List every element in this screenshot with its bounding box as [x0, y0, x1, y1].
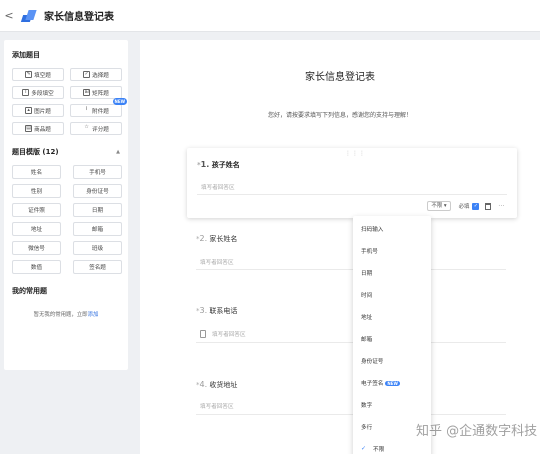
template-item[interactable]: 签名题 [73, 260, 122, 274]
add-question-title: 添加题目 [12, 51, 40, 59]
template-item[interactable]: 性别 [12, 184, 61, 198]
star-icon: ☆ [84, 124, 89, 130]
template-item[interactable]: 微信号 [12, 241, 61, 255]
add-question-grid: ✎ 填空题 ✓ 选择题 i 多段填空 ⊞ 矩阵题 ▴ 图片题 ⌇ 附件题 NEW ▤ 商品题 ☆… [12, 68, 127, 135]
add-rating-button[interactable]: ☆ 评分题 [70, 122, 122, 135]
more-icon[interactable]: ··· [498, 203, 505, 209]
app-title: 家长信息登记表 [44, 12, 114, 23]
template-title[interactable]: 题目模版 (12) ▲ [12, 147, 120, 157]
template-item[interactable]: 证件照 [12, 203, 61, 217]
watermark: 知乎 @企通数字科技 [416, 424, 538, 439]
dropdown-item[interactable]: 扫码输入 [361, 225, 383, 233]
template-item[interactable]: 日期 [73, 203, 122, 217]
template-item[interactable]: 身份证号 [73, 184, 122, 198]
question-toolbar: 不限 ▾ 必填 ✓ ··· [427, 201, 505, 211]
template-grid: 姓名 手机号 性别 身份证号 证件照 日期 地址 邮箱 微信号 班级 数值 签名… [12, 165, 122, 274]
add-attachment-button[interactable]: ⌇ 附件题 NEW [70, 98, 127, 117]
answer-placeholder[interactable]: 填写者回答区 [200, 258, 234, 266]
sidebar: 添加题目 ✎ 填空题 ✓ 选择题 i 多段填空 ⊞ 矩阵题 ▴ 图片题 ⌇ 附件题 NEW ▤… [4, 40, 128, 370]
answer-placeholder[interactable]: 填写者回答区 [212, 330, 246, 338]
type-dropdown-menu: 扫码输入 手机号 日期 时间 地址 邮箱 身份证号 电子签名 NEW 数字 多行 … [353, 216, 431, 454]
dropdown-item[interactable]: 日期 [361, 269, 372, 277]
question-label[interactable]: *3. 联系电话 [196, 306, 237, 316]
answer-underline [196, 342, 506, 343]
required-checkbox[interactable]: ✓ [472, 202, 480, 210]
question-label[interactable]: *2. 家长姓名 [196, 234, 237, 244]
answer-placeholder[interactable]: 填写者回答区 [200, 402, 234, 410]
question-label[interactable]: *1. 孩子姓名 [197, 160, 240, 170]
add-product-button[interactable]: ▤ 商品题 [12, 122, 64, 135]
dropdown-item[interactable]: 身份证号 [361, 357, 383, 365]
type-select[interactable]: 不限 ▾ [427, 201, 451, 211]
add-image-button[interactable]: ▴ 图片题 [12, 104, 64, 117]
form-canvas: 家长信息登记表 您好，请按要求填写下列信息，感谢您的支持与理解！ ⋮⋮⋮ *1.… [140, 40, 540, 454]
chevron-up-icon[interactable]: ▲ [116, 149, 120, 155]
form-title[interactable]: 家长信息登记表 [140, 68, 540, 83]
checkbox-icon: ✓ [83, 71, 91, 78]
dropdown-item[interactable]: 电子签名 NEW [361, 379, 400, 387]
form-description[interactable]: 您好，请按要求填写下列信息，感谢您的支持与理解！ [140, 110, 540, 119]
dropdown-item[interactable]: 时间 [361, 291, 372, 299]
multi-fill-icon: i [22, 89, 30, 96]
dropdown-item[interactable]: 手机号 [361, 247, 378, 255]
dropdown-item-selected[interactable]: 不限 [373, 445, 384, 453]
template-item[interactable]: 姓名 [12, 165, 61, 179]
answer-placeholder[interactable]: 填写者回答区 [201, 183, 235, 191]
required-label: 必填 [458, 204, 470, 210]
matrix-icon: ⊞ [83, 89, 91, 96]
image-icon: ▴ [25, 107, 33, 114]
new-badge: NEW [385, 381, 400, 386]
answer-underline [197, 194, 507, 195]
question-card-active[interactable]: ⋮⋮⋮ *1. 孩子姓名 填写者回答区 不限 ▾ 必填 ✓ ··· [187, 148, 517, 218]
answer-underline [196, 414, 506, 415]
back-icon[interactable]: < [0, 9, 18, 22]
template-item[interactable]: 地址 [12, 222, 61, 236]
answer-underline [196, 269, 506, 270]
dropdown-item[interactable]: 地址 [361, 313, 372, 321]
dropdown-item[interactable]: 邮箱 [361, 335, 372, 343]
product-icon: ▤ [25, 125, 33, 132]
favorites-empty: 暂无我的常用题，立即添加 [33, 312, 99, 318]
add-favorite-link[interactable]: 添加 [88, 312, 99, 318]
new-badge: NEW [112, 98, 127, 105]
question-label[interactable]: *4. 收货地址 [196, 380, 237, 390]
top-bar: < 家长信息登记表 [0, 0, 540, 32]
template-item[interactable]: 邮箱 [73, 222, 122, 236]
paperclip-icon: ⌇ [85, 106, 88, 112]
app-logo-icon [20, 9, 37, 22]
template-item[interactable]: 班级 [73, 241, 122, 255]
template-item[interactable]: 手机号 [73, 165, 122, 179]
add-matrix-button[interactable]: ⊞ 矩阵题 [70, 86, 122, 99]
favorites-title: 我的常用题 [12, 287, 47, 295]
drag-handle-icon[interactable]: ⋮⋮⋮ [345, 150, 366, 157]
edit-icon: ✎ [25, 71, 33, 78]
phone-icon [200, 330, 206, 338]
add-multi-fill-button[interactable]: i 多段填空 [12, 86, 64, 99]
add-fill-button[interactable]: ✎ 填空题 [12, 68, 64, 81]
dropdown-item[interactable]: 多行 [361, 423, 372, 431]
dropdown-item[interactable]: 数字 [361, 401, 372, 409]
add-choice-button[interactable]: ✓ 选择题 [70, 68, 122, 81]
template-item[interactable]: 数值 [12, 260, 61, 274]
trash-icon[interactable] [485, 202, 492, 210]
check-icon: ✓ [361, 445, 367, 452]
